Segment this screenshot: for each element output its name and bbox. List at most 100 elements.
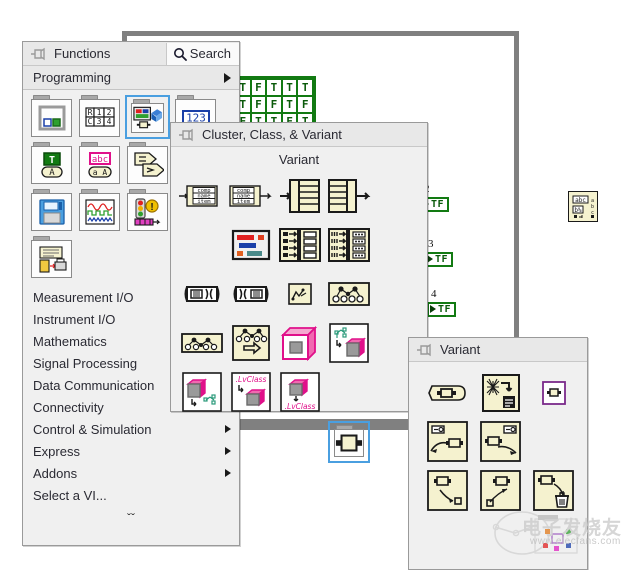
node-get-lv-class-default[interactable]: [324, 318, 373, 367]
sidebar-item-report-generation[interactable]: [29, 236, 74, 280]
to-more-specific-class-icon: [327, 281, 370, 306]
class-specifier-constant-icon: .LvClass: [279, 371, 320, 412]
node-unbundle[interactable]: comp name item: [177, 171, 226, 220]
node-bundle-by-name[interactable]: [275, 171, 324, 220]
node-array-to-cluster[interactable]: [275, 220, 324, 269]
file-io-folder-icon: [31, 193, 72, 231]
node-preserve-run-time-class[interactable]: [226, 318, 275, 367]
cluster-node-grid: comp name item comp name item .LvClass .…: [171, 171, 427, 468]
variant-palette-title: Variant: [440, 342, 481, 357]
sidebar-item-cluster-class-variant[interactable]: [125, 95, 170, 139]
boolean-indicator-box[interactable]: TF: [418, 251, 454, 267]
sidebar-item-file-io[interactable]: [29, 189, 74, 233]
indicator-label: 2: [424, 183, 480, 195]
grid-spacer: [533, 421, 574, 462]
node-to-more-specific-class[interactable]: [324, 269, 373, 318]
boolean-array-row: T F F T F: [235, 96, 313, 113]
node-flatten-to-string[interactable]: [480, 372, 521, 413]
menu-item-label: Measurement I/O: [33, 289, 134, 305]
node-build-cluster-array[interactable]: [177, 269, 226, 318]
menu-item-label: Control & Simulation: [33, 421, 152, 437]
node-index-bundle-cluster-array[interactable]: [226, 269, 275, 318]
indicator-label: 3: [428, 238, 434, 250]
boolean-cell[interactable]: F: [251, 97, 266, 112]
node-bundle[interactable]: comp name item: [226, 171, 275, 220]
get-lv-class-name-icon: .LvClass: [230, 371, 271, 412]
node-lvclass-constant[interactable]: [275, 318, 324, 367]
sidebar-item-waveform[interactable]: [77, 189, 122, 233]
get-variant-attribute-icon: [480, 470, 521, 511]
cluster-palette-titlebar: Cluster, Class, & Variant: [171, 123, 427, 147]
boolean-cell[interactable]: T: [282, 97, 297, 112]
triangle-right-icon: [224, 72, 231, 83]
boolean-array-constant[interactable]: T F T T T T F F T F F T T F T: [232, 76, 316, 129]
svg-text:2: 2: [106, 108, 111, 117]
breadcrumb-label: Programming: [33, 70, 112, 85]
variant-node-grid: [409, 362, 587, 511]
boolean-cell[interactable]: F: [298, 97, 312, 112]
node-to-more-generic-class[interactable]: [177, 318, 226, 367]
search-button[interactable]: Search: [165, 42, 239, 65]
pushpin-icon[interactable]: [416, 343, 432, 357]
sidebar-item-array[interactable]: R12 C34: [77, 95, 122, 139]
node-get-lv-class-path[interactable]: [177, 367, 226, 416]
sidebar-item-boolean[interactable]: T A: [29, 142, 74, 186]
sidebar-item-string[interactable]: abc a A: [77, 142, 122, 186]
node-get-lv-class-name[interactable]: .LvClass: [226, 367, 275, 416]
grid-spacer: [324, 367, 373, 416]
node-get-variant-attribute[interactable]: [480, 470, 521, 511]
variant-to-data-node[interactable]: abc b% a b c: [568, 191, 598, 222]
comparison-folder-icon: [127, 146, 168, 184]
unbundle-icon: comp name item: [178, 184, 218, 207]
node-variant-control[interactable]: [533, 372, 574, 413]
array-folder-icon: R12 C34: [79, 99, 120, 137]
set-variant-attribute-icon: [427, 470, 468, 511]
boolean-indicator-3[interactable]: 3 TF: [418, 238, 484, 268]
boolean-indicator-4[interactable]: 4 TF: [421, 288, 487, 318]
node-unbundle-by-name[interactable]: [324, 171, 373, 220]
pushpin-icon[interactable]: [30, 47, 46, 61]
boolean-cell[interactable]: T: [267, 80, 281, 95]
cluster-palette-title: Cluster, Class, & Variant: [202, 127, 342, 142]
sidebar-item-structures[interactable]: [29, 95, 74, 139]
sidebar-item-select-a-vi[interactable]: Select a VI...: [23, 484, 239, 506]
node-delete-variant-attribute[interactable]: [533, 470, 574, 511]
svg-text:a A: a A: [92, 168, 107, 177]
variant-palette[interactable]: Variant: [408, 337, 588, 570]
pushpin-icon[interactable]: [178, 128, 194, 142]
svg-text:A: A: [49, 168, 55, 178]
cluster-class-variant-palette[interactable]: Cluster, Class, & Variant Variant comp n…: [170, 122, 428, 463]
boolean-indicator-box[interactable]: TF: [421, 301, 457, 317]
node-set-variant-attribute[interactable]: [427, 470, 468, 511]
svg-text:C: C: [87, 117, 92, 126]
grid-spacer: [275, 416, 324, 465]
node-to-variant[interactable]: [427, 421, 468, 462]
menu-item-label: Instrument I/O: [33, 311, 116, 327]
node-variant-to-data[interactable]: [480, 421, 521, 462]
bundle-by-name-icon: [279, 178, 320, 213]
expand-more-chevron-icon[interactable]: ˇˇ: [23, 506, 239, 530]
svg-text:abc: abc: [91, 155, 107, 165]
boolean-indicator-2[interactable]: 2 TF: [420, 183, 480, 213]
subpalette-variant[interactable]: [324, 416, 373, 468]
node-cluster-to-array[interactable]: [324, 220, 373, 269]
svg-text:b%: b%: [574, 207, 582, 214]
sidebar-item-comparison[interactable]: [125, 142, 170, 186]
boolean-cell[interactable]: F: [251, 80, 266, 95]
node-variant-constant[interactable]: [427, 372, 468, 413]
to-variant-icon: [427, 421, 468, 462]
svg-text:3: 3: [96, 117, 101, 126]
boolean-cell[interactable]: T: [298, 80, 312, 95]
node-cluster-constant[interactable]: [226, 220, 275, 269]
variant-folder-icon[interactable]: [327, 421, 370, 463]
get-lv-class-default-icon: [328, 322, 369, 363]
sidebar-item-synchronization[interactable]: !: [125, 189, 170, 233]
node-class-specifier-constant[interactable]: [275, 269, 324, 318]
delete-variant-attribute-icon: [533, 470, 574, 511]
boolean-cell[interactable]: T: [282, 80, 297, 95]
breadcrumb-programming[interactable]: Programming: [23, 66, 239, 90]
svg-text:abc: abc: [575, 197, 586, 204]
node-lvclass-path-out[interactable]: .LvClass: [275, 367, 324, 416]
boolean-cell[interactable]: F: [267, 97, 281, 112]
svg-text:.LvClass: .LvClass: [284, 402, 315, 411]
